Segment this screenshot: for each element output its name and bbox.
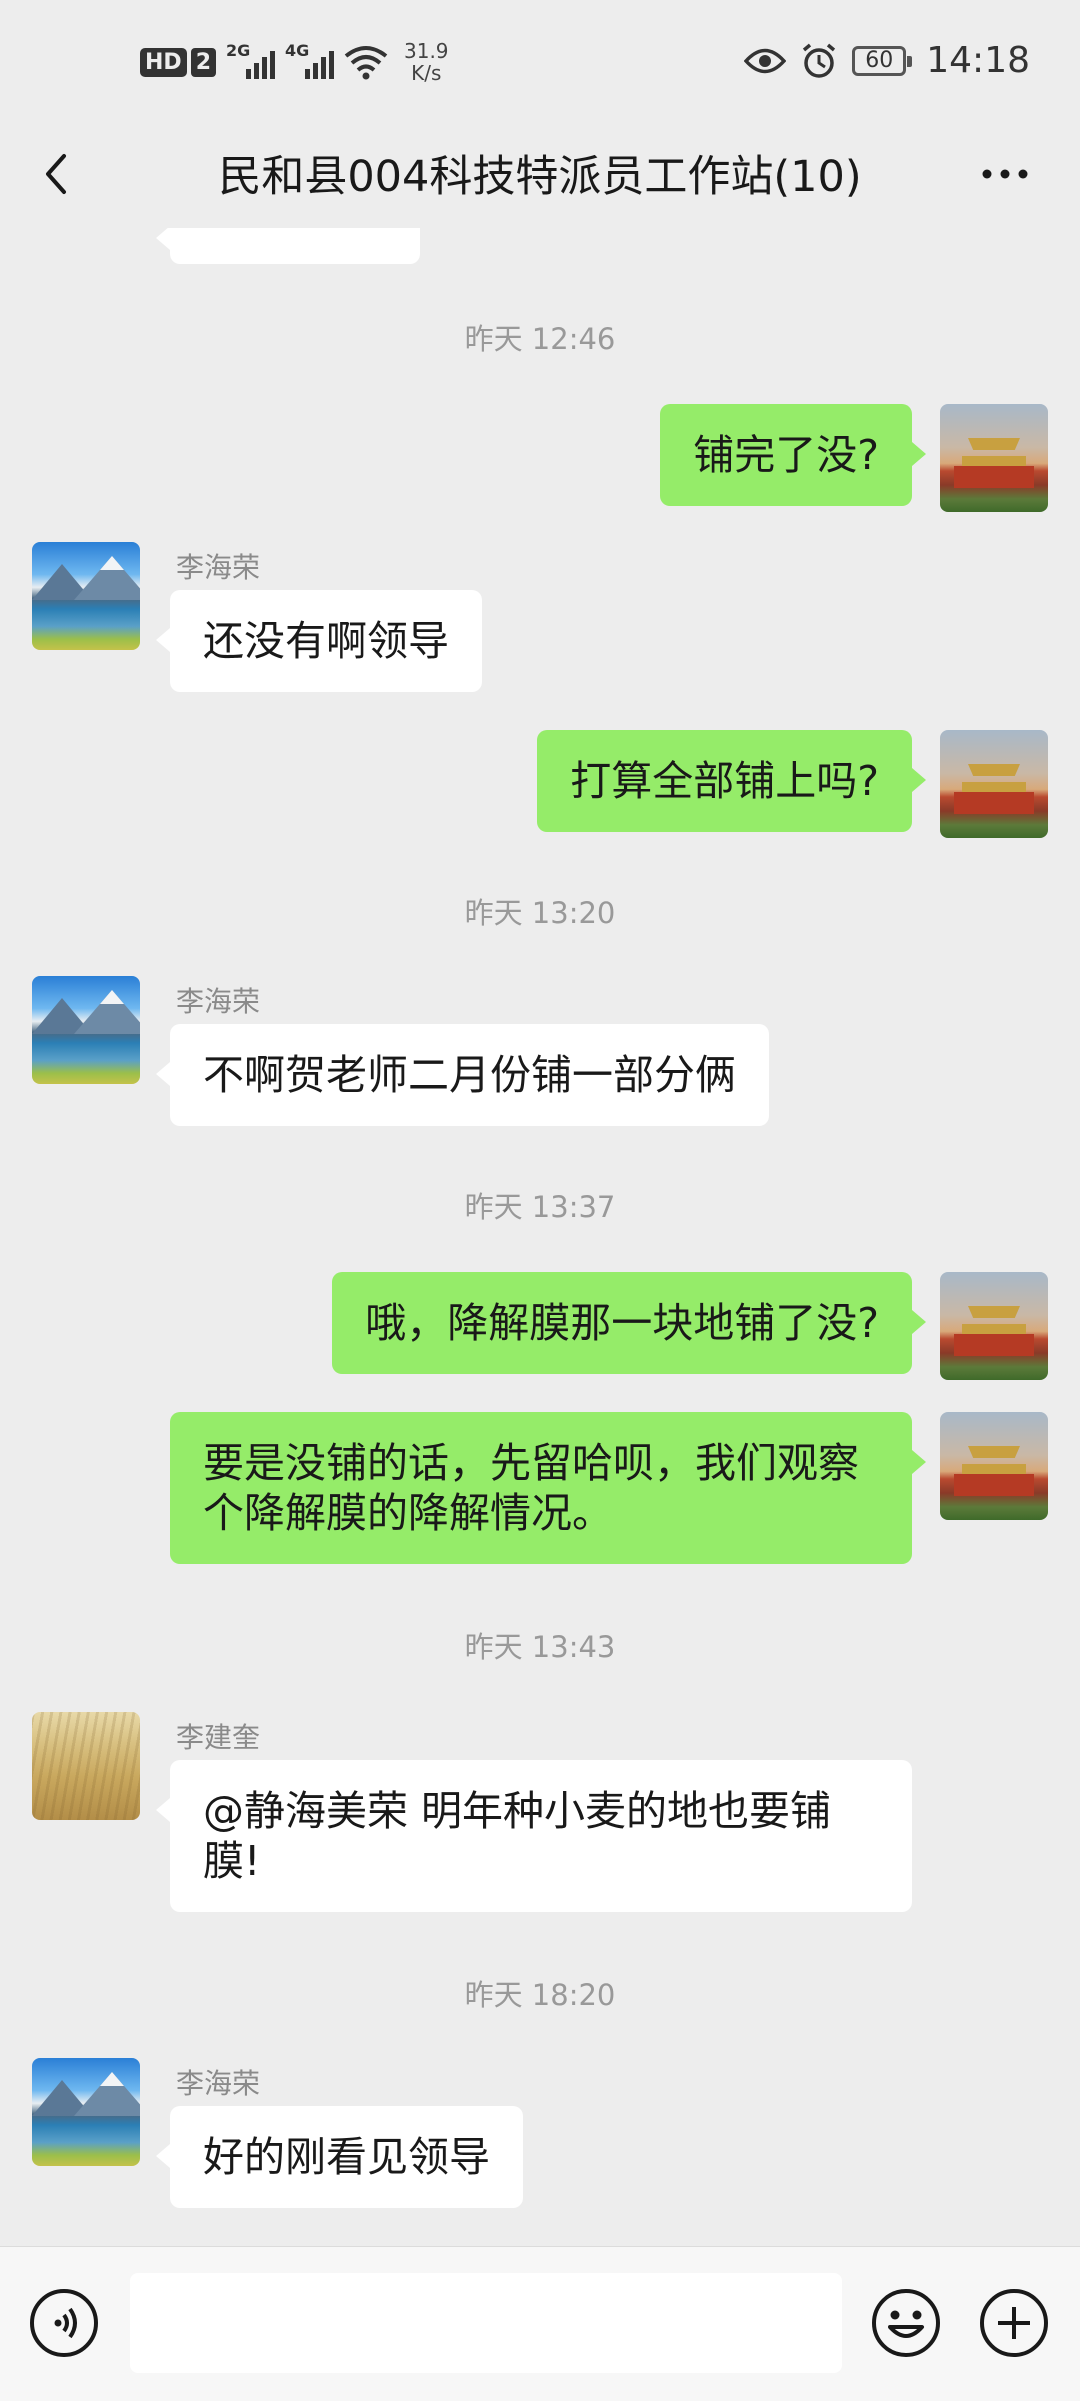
message-bubble-incoming[interactable]: 好的刚看见领导 <box>156 2106 523 2208</box>
signal-gen-label-2: 4G <box>285 41 310 60</box>
signal-gen-label: 2G <box>226 41 251 60</box>
message-list[interactable]: 昨天 12:46 铺完了没? 李海荣 还没有啊领导 打算全部铺上吗? 昨天 13… <box>0 228 1080 2246</box>
avatar[interactable] <box>32 2058 140 2166</box>
voice-icon[interactable] <box>28 2287 100 2359</box>
sender-name: 李海荣 <box>176 985 261 1018</box>
message-bubble-incoming[interactable]: 还没有啊领导 <box>156 590 482 692</box>
sender-name: 李海荣 <box>176 551 261 584</box>
message-timestamp: 昨天 18:20 <box>464 1978 616 2012</box>
avatar[interactable] <box>940 730 1048 838</box>
message-bubble-outgoing[interactable]: 要是没铺的话，先留哈呗，我们观察个降解膜的降解情况。 <box>170 1412 926 1564</box>
avatar[interactable] <box>940 1272 1048 1380</box>
wifi-icon <box>344 46 388 80</box>
message-timestamp: 昨天 13:37 <box>464 1190 616 1224</box>
sender-name: 李海荣 <box>176 2067 261 2100</box>
sender-name: 李建奎 <box>176 1721 261 1754</box>
message-timestamp: 昨天 13:43 <box>464 1630 616 1664</box>
message-bubble-outgoing[interactable]: 哦，降解膜那一块地铺了没? <box>332 1272 926 1374</box>
speed-unit: K/s <box>411 61 442 85</box>
status-right: 60 14:18 <box>744 40 1030 81</box>
network-speed: 31.9 K/s <box>404 40 449 84</box>
battery-level: 60 <box>865 48 894 73</box>
hd-badge: HD <box>140 47 187 77</box>
emoji-icon[interactable] <box>870 2287 942 2359</box>
eye-icon <box>744 48 787 73</box>
speed-value: 31.9 <box>404 39 449 63</box>
avatar[interactable] <box>32 1712 140 1820</box>
message-bubble-partial <box>156 228 420 264</box>
message-bubble-outgoing[interactable]: 铺完了没? <box>660 404 926 506</box>
signal-icon-2: 4G <box>285 41 334 79</box>
status-left: HD 2 2G 4G 31.9 K/s <box>140 40 449 84</box>
sim-badge: 2 <box>190 47 216 77</box>
message-timestamp: 昨天 12:46 <box>464 322 616 356</box>
avatar[interactable] <box>32 976 140 1084</box>
avatar[interactable] <box>940 404 1048 512</box>
input-bar <box>0 2246 1080 2401</box>
message-bubble-incoming[interactable]: 不啊贺老师二月份铺一部分俩 <box>156 1024 769 1126</box>
signal-icon: 2G <box>226 41 275 79</box>
alarm-icon <box>803 43 836 78</box>
message-input[interactable] <box>130 2273 842 2373</box>
chat-header: 民和县004科技特派员工作站(10) <box>0 120 1080 228</box>
battery-icon: 60 <box>852 45 913 76</box>
more-dots-icon[interactable] <box>970 144 1040 204</box>
avatar[interactable] <box>940 1412 1048 1520</box>
status-time: 14:18 <box>926 40 1030 81</box>
message-bubble-outgoing[interactable]: 打算全部铺上吗? <box>537 730 926 832</box>
message-bubble-incoming[interactable]: @静海美荣 明年种小麦的地也要铺膜! <box>156 1760 912 1912</box>
message-timestamp: 昨天 13:20 <box>464 896 616 930</box>
plus-icon[interactable] <box>978 2287 1050 2359</box>
avatar[interactable] <box>32 542 140 650</box>
page-title: 民和县004科技特派员工作站(10) <box>218 152 862 202</box>
status-bar: HD 2 2G 4G 31.9 K/s 60 14:18 <box>0 0 1080 120</box>
